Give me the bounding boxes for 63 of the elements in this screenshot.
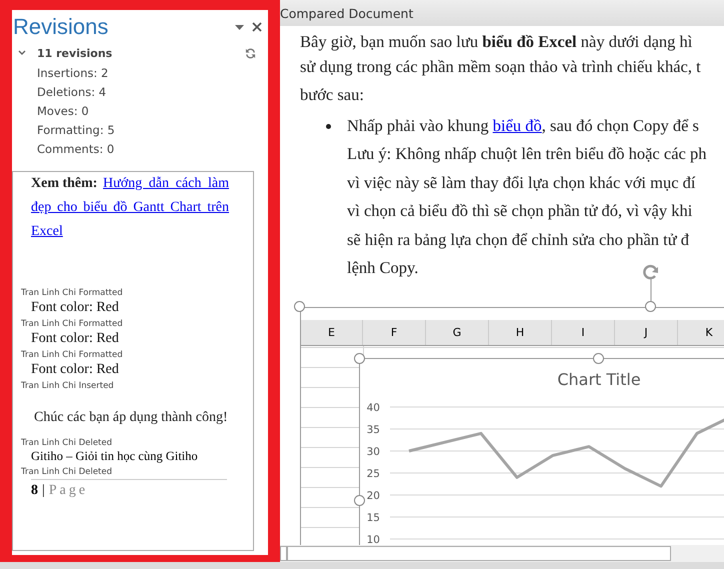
axis-tick-label: 30 <box>366 446 380 458</box>
column-header: E <box>301 320 363 345</box>
resize-handle[interactable] <box>354 353 365 364</box>
column-header: H <box>489 320 552 345</box>
axis-tick-label: 15 <box>366 512 380 524</box>
revision-stat: Formatting: 5 <box>37 122 116 138</box>
chart-title: Chart Title <box>557 370 641 389</box>
resize-handle[interactable] <box>354 495 365 506</box>
revision-author: Tran Linh Chi Formatted <box>21 319 124 330</box>
revision-author: Tran Linh Chi Formatted <box>21 350 124 361</box>
column-header: F <box>363 320 426 345</box>
column-header: J <box>615 320 678 345</box>
bullet-icon <box>326 124 331 128</box>
revision-text: Font color: Red <box>30 330 119 347</box>
see-also-paragraph: Xem thêm: Hướng dẫn cách làm đẹp cho biểu đồ Gantt Chart trên Excel <box>30 175 230 241</box>
separator: | <box>42 483 45 499</box>
column-header: G <box>426 320 489 345</box>
revision-text: Chúc các bạn áp dụng thành công! <box>34 410 228 426</box>
chevron-icon[interactable] <box>18 50 26 56</box>
paragraph-line: sử dụng trong các phần mềm soạn thảo và trình chiếu khác, t <box>300 56 701 78</box>
revision-text: Font color: Red <box>30 299 119 316</box>
rotate-handle-icon[interactable] <box>642 264 660 304</box>
bullet-line: lệnh Copy. <box>347 257 418 280</box>
revision-stat: Insertions: 2 <box>37 65 110 81</box>
revision-author: Tran Linh Chi Deleted <box>21 467 114 478</box>
axis-tick-label: 10 <box>366 534 380 546</box>
scroll-button[interactable] <box>280 546 287 561</box>
revision-stat: Deletions: 4 <box>37 84 108 100</box>
bullet-line: sẽ hiện ra bảng lựa chọn để chỉnh sửa cho phần tử đ <box>347 228 690 251</box>
page-label: Page <box>48 483 88 499</box>
chart-link[interactable]: biểu đồ <box>492 116 542 135</box>
axis-tick-label: 40 <box>366 402 380 414</box>
paragraph-line: Bây giờ, bạn muốn sao lưu biểu đồ Excel này dưới dạng hì <box>300 31 692 53</box>
resize-handle[interactable] <box>593 353 604 364</box>
bullet-line: Nhấp phải vào khung biểu đồ, sau đó chọn Copy để s <box>347 115 699 137</box>
page-number: 8 <box>31 483 38 499</box>
embedded-spreadsheet[interactable]: E F G H I J K Chart Title 10 15 20 25 30 35 40 <box>300 307 724 545</box>
revision-stat: Comments: 0 <box>37 141 116 157</box>
revision-count: 11 revisions <box>37 46 114 60</box>
revision-author: Tran Linh Chi Deleted <box>21 438 114 449</box>
revision-stat: Moves: 0 <box>37 103 90 119</box>
axis-tick-label: 20 <box>366 490 380 502</box>
document-title: Compared Document <box>280 6 414 20</box>
dropdown-icon[interactable] <box>235 24 244 30</box>
axis-tick-label: 35 <box>366 424 380 436</box>
resize-handle[interactable] <box>645 301 656 312</box>
column-header: I <box>552 320 615 345</box>
revision-text: Gitiho – Giỏi tin học cùng Gitiho <box>30 449 198 464</box>
close-icon[interactable] <box>252 22 262 32</box>
revision-author: Tran Linh Chi Formatted <box>21 288 124 299</box>
line-chart[interactable]: Chart Title 10 15 20 25 30 35 40 <box>359 358 724 546</box>
column-header: K <box>678 320 724 345</box>
horizontal-scrollbar[interactable] <box>287 546 671 561</box>
bullet-line: vì việc này sẽ làm thay đổi lựa chọn khác với mục đí <box>347 172 696 194</box>
pane-title: Revisions <box>13 14 110 40</box>
resize-handle[interactable] <box>294 301 305 312</box>
revision-author: Tran Linh Chi Inserted <box>21 381 115 392</box>
revision-text: Font color: Red <box>30 361 119 378</box>
bullet-line: Lưu ý: Không nhấp chuột lên trên biểu đồ hoặc các ph <box>347 143 706 165</box>
axis-tick-label: 25 <box>366 468 380 480</box>
refresh-icon[interactable] <box>245 48 256 58</box>
bullet-line: vì chọn cả biểu đồ thì sẽ chọn phần tử đó, vì vậy khi <box>347 200 692 222</box>
paragraph-line: bước sau: <box>300 84 364 106</box>
